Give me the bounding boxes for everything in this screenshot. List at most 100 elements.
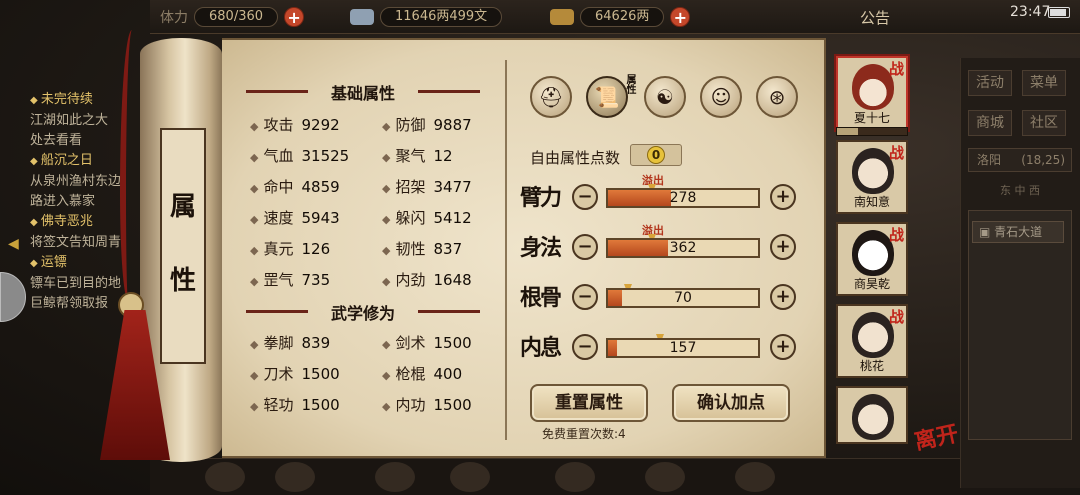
collapse-quest-arrow-icon[interactable]: ◀ [8,236,19,252]
stat-fist: ◆ 拳脚 839 [250,334,331,352]
companion-name: 桃花 [859,359,884,373]
add-gold-button[interactable]: + [670,7,691,27]
city-indicator[interactable]: 洛阳 (18,25) [968,148,1072,172]
silver-resource: 11646两499文 [350,6,503,28]
stat-parry: ◆ 招架 3477 [382,178,472,196]
stat-attack: ◆ 攻击 9292 [250,116,340,134]
scroll-title-char: 性 [169,266,196,296]
decrease-strength-button[interactable]: − [572,184,598,210]
stat-hp: ◆ 气血 31525 [250,147,350,165]
silver-value: 11646两499文 [380,7,503,27]
map-pin-icon: ▣ [979,225,995,239]
dock-notes-icon[interactable] [645,462,685,492]
city-coords: (18,25) [1021,153,1065,167]
reset-attributes-button[interactable]: 重置属性 [530,384,648,422]
agility-bar: 362 [606,238,760,258]
agility-value: 362 [669,240,697,256]
scroll-title-char: 属 [169,192,196,222]
increase-agility-button[interactable]: + [770,234,796,260]
location-chip[interactable]: ▣ 青石大道 [972,221,1064,243]
dock-craft-icon[interactable] [555,462,595,492]
companion-portrait [852,394,894,440]
companion-portrait [852,148,894,194]
battery-icon [1048,7,1070,18]
battle-tag: 战 [888,144,904,162]
basic-attr-heading: 基础属性 [246,80,480,103]
dock-bag-icon[interactable] [275,462,315,492]
meridian-figure-icon[interactable]: ☺ [700,76,742,118]
top-resource-bar: 体力 680/360 + 11646两499文 64626两 + [150,0,1080,34]
compass-strip: 东 中 西 [1000,184,1040,197]
stat-internal: ◆ 内功 1500 [382,396,472,414]
stat-lightness: ◆ 轻功 1500 [250,396,340,414]
companion-portrait [852,230,894,276]
companion-card[interactable]: 战 商昊乾 [836,222,908,296]
increase-constitution-button[interactable]: + [770,284,796,310]
shop-button[interactable]: 商城 [968,110,1012,136]
companion-progress-fill [837,128,858,135]
gold-value: 64626两 [580,7,665,27]
yin-yang-icon[interactable]: ☯ [644,76,686,118]
stat-dodge: ◆ 躲闪 5412 [382,209,472,227]
panel-divider [505,60,507,440]
battle-tag: 战 [888,308,904,326]
hat-icon[interactable]: ⛑ [530,76,572,118]
companion-name: 商昊乾 [853,277,890,291]
stat-gang-qi: ◆ 罡气 735 [250,271,331,289]
dock-martial-icon[interactable] [375,462,415,492]
companion-portrait [852,64,894,110]
compass-disc-icon[interactable]: ⊛ [756,76,798,118]
companion-progress-bar [836,127,908,136]
stamina-resource: 体力 680/360 + [160,6,305,28]
community-button[interactable]: 社区 [1022,110,1066,136]
companion-card[interactable]: 战 南知意 [836,140,908,214]
free-points-label: 自由属性点数 [530,149,621,167]
silver-icon [350,9,374,25]
menu-button[interactable]: 菜单 [1022,70,1066,96]
decrease-breath-button[interactable]: − [572,334,598,360]
stat-focus: ◆ 聚气 12 [382,147,453,165]
gold-resource: 64626两 + [550,6,691,28]
strength-value: 278 [669,190,697,206]
location-name: 青石大道 [994,225,1043,239]
battle-tag: 战 [888,226,904,244]
constitution-bar: 70 [606,288,760,308]
companion-card[interactable]: 战 桃花 [836,304,908,378]
city-name: 洛阳 [977,153,1002,167]
confirm-points-button[interactable]: 确认加点 [672,384,790,422]
constitution-value: 70 [674,290,692,306]
stat-speed: ◆ 速度 5943 [250,209,340,227]
companion-card[interactable]: 战 夏十七 [836,56,908,130]
stat-spear: ◆ 枪棍 400 [382,365,463,383]
companion-portrait [852,312,894,358]
companion-card[interactable] [836,386,908,444]
notice-button[interactable]: 公告 [860,7,890,28]
add-stamina-button[interactable]: + [284,7,305,27]
stamina-label: 体力 [160,10,188,26]
companion-name: 南知意 [853,195,890,209]
stat-inner-force: ◆ 内劲 1648 [382,271,472,289]
minimap[interactable] [968,210,1072,440]
martial-heading: 武学修为 [246,300,480,323]
stamina-value: 680/360 [194,7,279,27]
stat-sword: ◆ 剑术 1500 [382,334,472,352]
activity-button[interactable]: 活动 [968,70,1012,96]
companion-name: 夏十七 [853,111,890,125]
free-reset-count: 免费重置次数:4 [542,427,626,441]
dock-character-icon[interactable] [205,462,245,492]
attr-name-strength: 臂力 [520,185,562,211]
decrease-constitution-button[interactable]: − [572,284,598,310]
increase-breath-button[interactable]: + [770,334,796,360]
battle-tag: 战 [888,60,904,78]
tassel-cord [120,30,140,300]
attr-name-constitution: 根骨 [520,285,562,311]
increase-strength-button[interactable]: + [770,184,796,210]
clock: 23:47 [1010,4,1051,20]
free-points-value: 0 [647,146,665,164]
breath-value: 157 [669,340,697,356]
dock-sect-icon[interactable] [450,462,490,492]
decrease-agility-button[interactable]: − [572,234,598,260]
dock-map-icon[interactable] [735,462,775,492]
attr-name-breath: 内息 [520,335,562,361]
stat-hit: ◆ 命中 4859 [250,178,340,196]
